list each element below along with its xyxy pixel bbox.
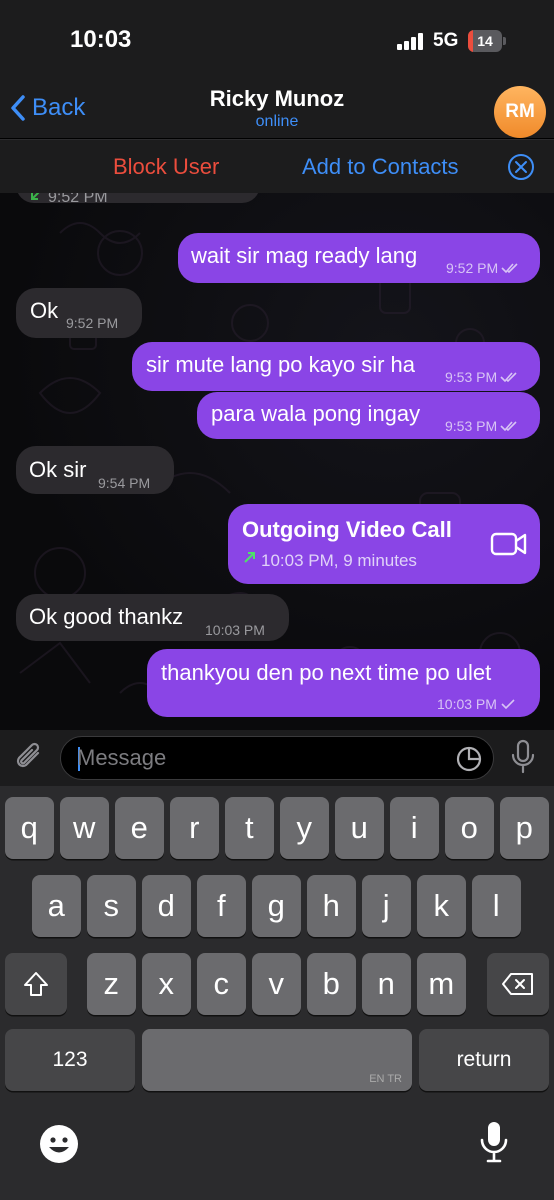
space-languages: EN TR xyxy=(369,1073,402,1085)
key-f[interactable]: f xyxy=(197,875,246,937)
phone-arrow-icon xyxy=(244,552,255,563)
phone-arrow-icon xyxy=(31,193,40,200)
double-check-icon xyxy=(500,372,517,383)
message-bubble-incoming[interactable]: Ok sir 9:54 PM xyxy=(16,446,174,494)
shift-key[interactable] xyxy=(5,953,67,1015)
paperclip-icon[interactable] xyxy=(12,739,48,775)
avatar[interactable]: RM xyxy=(494,86,546,138)
signal-icon xyxy=(397,32,427,50)
emoji-icon[interactable] xyxy=(38,1123,80,1165)
battery-level: 14 xyxy=(477,33,493,49)
chat-header: Back Ricky Munoz online RM xyxy=(0,80,554,138)
shift-icon xyxy=(24,972,48,996)
key-t[interactable]: t xyxy=(225,797,274,859)
key-q[interactable]: q xyxy=(5,797,54,859)
double-check-icon xyxy=(501,263,518,274)
key-g[interactable]: g xyxy=(252,875,301,937)
key-u[interactable]: u xyxy=(335,797,384,859)
backspace-icon xyxy=(502,973,533,995)
message-time-row: 9:52 PM xyxy=(446,255,519,281)
key-o[interactable]: o xyxy=(445,797,494,859)
message-time: 10:03 PM xyxy=(205,622,265,638)
message-bubble-outgoing[interactable]: para wala pong ingay 9:53 PM xyxy=(197,392,540,439)
return-key[interactable]: return xyxy=(419,1029,549,1091)
key-v[interactable]: v xyxy=(252,953,301,1015)
key-c[interactable]: c xyxy=(197,953,246,1015)
double-check-icon xyxy=(500,421,517,432)
key-x[interactable]: x xyxy=(142,953,191,1015)
network-type: 5G xyxy=(433,30,459,51)
message-time: 9:52 PM xyxy=(66,315,119,331)
keyboard: qwertyuiop asdfghjkl zxcvbnm 123 EN TR r… xyxy=(0,786,554,1200)
contact-name[interactable]: Ricky Munoz xyxy=(0,86,554,112)
key-s[interactable]: s xyxy=(87,875,136,937)
single-check-icon xyxy=(501,699,515,710)
video-call-bubble[interactable]: Outgoing Video Call 10:03 PM, 9 minutes xyxy=(228,504,540,584)
message-bubble-incoming[interactable]: 9:52 PM xyxy=(16,193,260,206)
block-user-button[interactable]: Block User xyxy=(113,154,219,180)
key-y[interactable]: y xyxy=(280,797,329,859)
call-details: 10:03 PM, 9 minutes xyxy=(261,551,417,570)
message-text: Ok good thankz xyxy=(29,604,184,629)
composer-bar xyxy=(0,730,554,786)
message-time: 9:52 PM xyxy=(48,193,108,206)
message-time: 9:53 PM xyxy=(445,418,498,434)
message-input[interactable] xyxy=(77,737,437,779)
key-b[interactable]: b xyxy=(307,953,356,1015)
message-time-row: 10:03 PM xyxy=(437,691,516,717)
key-k[interactable]: k xyxy=(417,875,466,937)
call-title: Outgoing Video Call xyxy=(242,517,452,542)
message-bubble-outgoing[interactable]: sir mute lang po kayo sir ha 9:53 PM xyxy=(132,342,540,391)
key-l[interactable]: l xyxy=(472,875,521,937)
message-text: Ok sir xyxy=(29,457,87,482)
add-to-contacts-button[interactable]: Add to Contacts xyxy=(302,154,459,180)
backspace-key[interactable] xyxy=(487,953,549,1015)
dictation-icon[interactable] xyxy=(478,1120,510,1164)
message-bubble-outgoing[interactable]: thankyou den po next time po ulet 10:03 … xyxy=(147,649,540,717)
avatar-initials: RM xyxy=(505,101,535,122)
status-time: 10:03 xyxy=(70,26,132,53)
chat-area[interactable]: 9:52 PM wait sir mag ready lang 9:52 PM … xyxy=(0,193,554,730)
sticker-icon[interactable] xyxy=(455,745,483,773)
key-i[interactable]: i xyxy=(390,797,439,859)
battery-icon: 14 xyxy=(468,30,506,52)
message-field[interactable] xyxy=(60,736,494,780)
key-m[interactable]: m xyxy=(417,953,466,1015)
key-n[interactable]: n xyxy=(362,953,411,1015)
message-time-row: 9:53 PM xyxy=(445,413,518,439)
microphone-icon[interactable] xyxy=(508,739,538,775)
key-j[interactable]: j xyxy=(362,875,411,937)
key-r[interactable]: r xyxy=(170,797,219,859)
close-circle-icon[interactable] xyxy=(507,153,535,181)
message-text: sir mute lang po kayo sir ha xyxy=(146,352,416,377)
space-key[interactable]: EN TR xyxy=(142,1029,412,1091)
contact-status: online xyxy=(255,113,299,130)
video-camera-icon[interactable] xyxy=(490,530,528,558)
message-bubble-incoming[interactable]: Ok 9:52 PM xyxy=(16,288,142,338)
key-d[interactable]: d xyxy=(142,875,191,937)
message-text: para wala pong ingay xyxy=(211,401,421,426)
key-h[interactable]: h xyxy=(307,875,356,937)
status-bar: 10:03 5G 14 xyxy=(0,0,554,80)
numbers-key[interactable]: 123 xyxy=(5,1029,135,1091)
message-time: 9:54 PM xyxy=(98,475,151,491)
key-z[interactable]: z xyxy=(87,953,136,1015)
key-w[interactable]: w xyxy=(60,797,109,859)
message-time: 9:52 PM xyxy=(446,260,499,276)
message-time-row: 9:53 PM xyxy=(445,364,518,390)
key-e[interactable]: e xyxy=(115,797,164,859)
action-bar: Block User Add to Contacts xyxy=(0,139,554,193)
message-text: wait sir mag ready lang xyxy=(191,243,418,268)
message-time: 10:03 PM xyxy=(437,696,497,712)
message-bubble-incoming[interactable]: Ok good thankz 10:03 PM xyxy=(16,594,289,641)
message-text: thankyou den po next time po ulet xyxy=(161,660,492,685)
key-a[interactable]: a xyxy=(32,875,81,937)
message-text: Ok xyxy=(30,298,59,323)
message-bubble-outgoing[interactable]: wait sir mag ready lang 9:52 PM xyxy=(178,233,540,283)
key-p[interactable]: p xyxy=(500,797,549,859)
message-time: 9:53 PM xyxy=(445,369,498,385)
